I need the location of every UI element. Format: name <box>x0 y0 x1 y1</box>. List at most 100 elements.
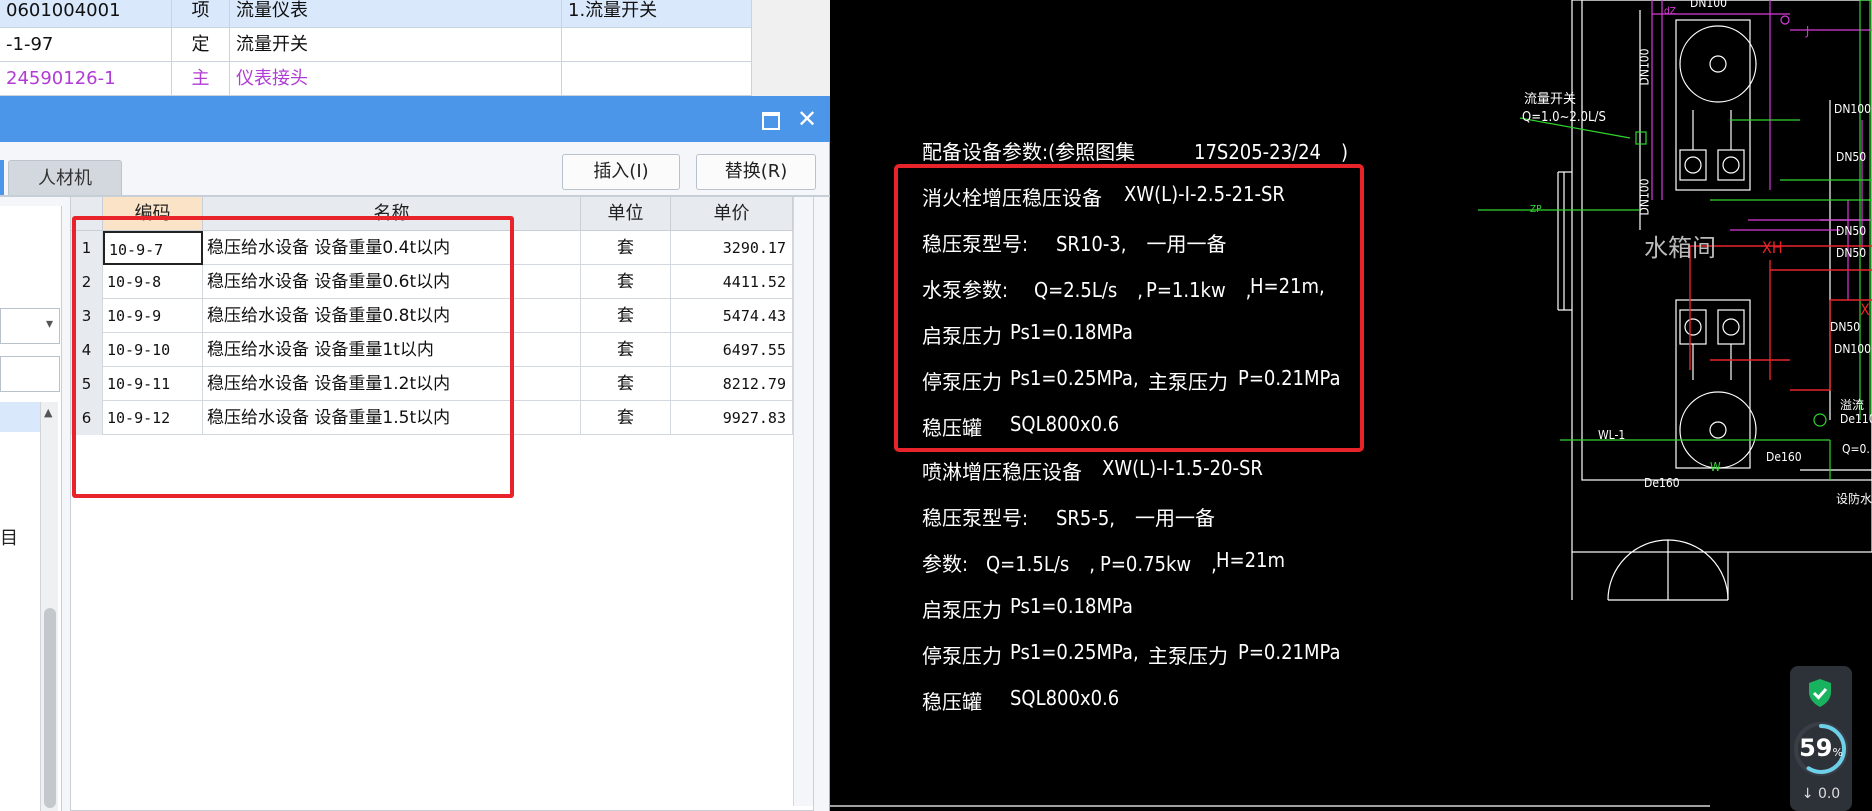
scroll-up-icon[interactable]: ▲ <box>44 406 52 419</box>
fire-equipment-title: 消火栓增压稳压设备 <box>922 186 1102 210</box>
row-number: 2 <box>71 265 103 299</box>
usage-percent-unit: % <box>1832 746 1843 759</box>
fire-stop-label: 停泵压力 <box>922 370 1002 394</box>
row-number: 5 <box>71 367 103 401</box>
spray-equipment-title: 喷淋增压稳压设备 <box>922 460 1082 484</box>
usage-percent: 59% <box>1790 734 1852 762</box>
pipe-tag-label: J <box>1806 24 1810 38</box>
spec-header-label: 配备设备参数:(参照图集 <box>922 140 1136 164</box>
fire-main-value: P=0.21MPa <box>1238 366 1341 390</box>
dialog-title-bar[interactable]: ✕ <box>0 96 830 142</box>
xh-label: XH <box>1762 238 1783 257</box>
item-feature <box>562 28 752 62</box>
table-row[interactable]: 6 10-9-12 稳压给水设备 设备重量1.5t以内 套 9927.83 <box>71 401 793 435</box>
pipe-size-label: DN50 <box>1836 224 1867 238</box>
row-name[interactable]: 稳压给水设备 设备重量0.8t以内 <box>203 299 581 333</box>
pipe-tag-label: WL-1 <box>1598 428 1626 442</box>
spray-tank-value: SQL800x0.6 <box>1010 686 1120 710</box>
row-number: 1 <box>71 231 103 265</box>
row-unit[interactable]: 套 <box>581 367 671 401</box>
maximize-icon[interactable] <box>754 104 784 134</box>
row-code[interactable]: 10-9-8 <box>103 265 203 299</box>
category-select[interactable] <box>0 308 60 344</box>
row-unit[interactable]: 套 <box>581 299 671 333</box>
tree-selected-item[interactable] <box>0 402 40 432</box>
row-unit[interactable]: 套 <box>581 401 671 435</box>
row-name[interactable]: 稳压给水设备 设备重量1t以内 <box>203 333 581 367</box>
table-row[interactable]: 5 10-9-11 稳压给水设备 设备重量1.2t以内 套 8212.79 <box>71 367 793 401</box>
spray-pump-value: SR5-5, 一用一备 <box>1056 506 1216 530</box>
table-row[interactable]: 0601004001 项 流量仪表 1.流量开关 <box>0 0 752 28</box>
quota-grid: 编码 名称 单位 单价 1 10-9-7 稳压给水设备 设备重量0.4t以内 套… <box>70 196 814 811</box>
search-input[interactable] <box>0 356 60 392</box>
cad-drawing-area[interactable]: 流量开关 Q=1.0~2.0L/S 水箱间 XH X DN100 DN100 D… <box>830 0 1872 811</box>
row-price[interactable]: 8212.79 <box>671 367 793 401</box>
fire-pump-label: 稳压泵型号: <box>922 232 1029 256</box>
row-code[interactable]: 10-9-11 <box>103 367 203 401</box>
fire-param-p: P=1.1kw , <box>1146 278 1252 302</box>
row-code[interactable]: 10-9-12 <box>103 401 203 435</box>
tree-item-label[interactable]: 目 <box>0 524 18 550</box>
system-monitor-widget[interactable]: 59% ↓ 0.0 <box>1790 666 1852 811</box>
table-row[interactable]: 4 10-9-10 稳压给水设备 设备重量1t以内 套 6497.55 <box>71 333 793 367</box>
shield-check-icon[interactable] <box>1807 678 1833 708</box>
table-row[interactable]: 1 10-9-7 稳压给水设备 设备重量0.4t以内 套 3290.17 <box>71 231 793 265</box>
insert-button[interactable]: 插入(I) <box>562 154 680 190</box>
table-row[interactable]: -1-97 定 流量开关 <box>0 28 752 62</box>
row-price[interactable]: 6497.55 <box>671 333 793 367</box>
grid-header-price[interactable]: 单价 <box>671 197 793 231</box>
row-name[interactable]: 稳压给水设备 设备重量1.2t以内 <box>203 367 581 401</box>
row-name[interactable]: 稳压给水设备 设备重量0.6t以内 <box>203 265 581 299</box>
network-speed: ↓ 0.0 <box>1801 786 1841 802</box>
tree-scrollbar[interactable]: ▲ <box>40 402 58 811</box>
row-price[interactable]: 4411.52 <box>671 265 793 299</box>
table-row[interactable]: 24590126-1 主 仪表接头 <box>0 62 752 96</box>
item-feature: 1.流量开关 <box>562 0 752 28</box>
spray-equipment-model: XW(L)-I-1.5-20-SR <box>1102 456 1263 480</box>
fire-start-label: 启泵压力 <box>922 324 1002 348</box>
row-unit[interactable]: 套 <box>581 265 671 299</box>
fire-stop-value: Ps1=0.25MPa, <box>1010 366 1139 390</box>
grid-header-corner <box>71 197 103 231</box>
pipe-size-label: De160 <box>1644 476 1680 490</box>
row-name[interactable]: 稳压给水设备 设备重量1.5t以内 <box>203 401 581 435</box>
grid-scrollbar[interactable] <box>793 197 813 806</box>
row-price[interactable]: 9927.83 <box>671 401 793 435</box>
pipe-tag-label: Q=0. <box>1842 442 1870 456</box>
row-unit[interactable]: 套 <box>581 333 671 367</box>
table-row[interactable]: 2 10-9-8 稳压给水设备 设备重量0.6t以内 套 4411.52 <box>71 265 793 299</box>
spray-main-value: P=0.21MPa <box>1238 640 1341 664</box>
grid-header-name[interactable]: 名称 <box>203 197 581 231</box>
tab-active-edge[interactable] <box>0 160 4 196</box>
scroll-thumb[interactable] <box>44 608 56 808</box>
pipe-size-label: DN100 <box>1834 342 1871 356</box>
spray-pump-label: 稳压泵型号: <box>922 506 1029 530</box>
tab-labor-material-machine[interactable]: 人材机 <box>8 160 122 196</box>
table-row[interactable]: 3 10-9-9 稳压给水设备 设备重量0.8t以内 套 5474.43 <box>71 299 793 333</box>
fire-param-q: Q=2.5L/s , <box>1034 278 1144 302</box>
row-number: 6 <box>71 401 103 435</box>
item-code: -1-97 <box>0 28 172 62</box>
replace-button[interactable]: 替换(R) <box>696 154 816 190</box>
row-name[interactable]: 稳压给水设备 设备重量0.4t以内 <box>203 231 581 265</box>
flow-switch-range: Q=1.0~2.0L/S <box>1522 110 1606 125</box>
row-code[interactable]: 10-9-9 <box>103 299 203 333</box>
grid-header-unit[interactable]: 单位 <box>581 197 671 231</box>
fire-tank-value: SQL800x0.6 <box>1010 412 1120 436</box>
row-code[interactable]: 10-9-10 <box>103 333 203 367</box>
row-price[interactable]: 3290.17 <box>671 231 793 265</box>
grid-header-code[interactable]: 编码 <box>103 197 203 231</box>
row-price[interactable]: 5474.43 <box>671 299 793 333</box>
spray-param-q: Q=1.5L/s , <box>986 552 1096 576</box>
row-unit[interactable]: 套 <box>581 231 671 265</box>
spray-main-label: 主泵压力 <box>1148 644 1228 668</box>
spray-param-h: H=21m <box>1216 548 1286 572</box>
pipe-tag-label: ZP <box>1530 204 1542 215</box>
fire-param-label: 水泵参数: <box>922 278 1009 302</box>
network-speed-value: 0.0 <box>1817 786 1841 802</box>
close-icon[interactable]: ✕ <box>792 104 822 134</box>
pipe-size-label: DN100 <box>1637 178 1652 216</box>
fire-equipment-model: XW(L)-I-2.5-21-SR <box>1124 182 1285 206</box>
row-code[interactable]: 10-9-7 <box>103 231 203 265</box>
item-type: 项 <box>172 0 230 28</box>
